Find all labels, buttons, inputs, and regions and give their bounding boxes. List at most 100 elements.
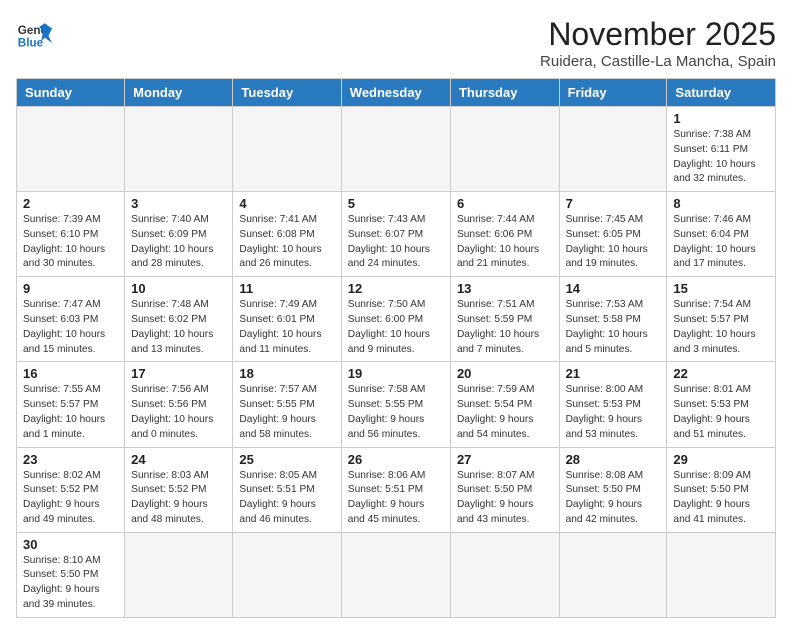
day-number: 1 — [673, 111, 769, 126]
calendar-day-cell — [450, 107, 559, 192]
calendar-day-cell — [17, 107, 125, 192]
calendar-day-cell: 11 Sunrise: 7:49 AM Sunset: 6:01 PM Dayli… — [233, 277, 341, 362]
day-info: Sunrise: 8:08 AM Sunset: 5:50 PM Dayligh… — [566, 469, 661, 528]
day-number: 25 — [239, 452, 334, 467]
weekday-header-tuesday: Tuesday — [233, 79, 341, 107]
day-info: Sunrise: 7:49 AM Sunset: 6:01 PM Dayligh… — [239, 298, 334, 357]
day-number: 27 — [457, 452, 553, 467]
calendar-day-cell: 21Sunrise: 8:00 AM Sunset: 5:53 PM Dayli… — [559, 362, 667, 447]
calendar-day-cell: 3 Sunrise: 7:40 AM Sunset: 6:09 PM Daylig… — [125, 192, 233, 277]
day-info: Sunrise: 8:09 AM Sunset: 5:50 PM Dayligh… — [673, 469, 769, 528]
day-info: Sunrise: 7:39 AM Sunset: 6:10 PM Dayligh… — [23, 213, 118, 272]
day-number: 7 — [566, 196, 661, 211]
calendar-week-row: 2 Sunrise: 7:39 AM Sunset: 6:10 PM Daylig… — [17, 192, 776, 277]
calendar-day-cell: 15 Sunrise: 7:54 AM Sunset: 5:57 PM Dayli… — [667, 277, 776, 362]
calendar-day-cell — [450, 532, 559, 617]
day-number: 29 — [673, 452, 769, 467]
day-info: Sunrise: 8:00 AM Sunset: 5:53 PM Dayligh… — [566, 383, 661, 442]
calendar-day-cell — [341, 532, 450, 617]
day-number: 2 — [23, 196, 118, 211]
calendar-day-cell: 6Sunrise: 7:44 AM Sunset: 6:06 PM Daylig… — [450, 192, 559, 277]
month-title: November 2025 — [540, 16, 776, 53]
day-info: Sunrise: 8:03 AM Sunset: 5:52 PM Dayligh… — [131, 469, 226, 528]
calendar-day-cell — [233, 532, 341, 617]
calendar-table: SundayMondayTuesdayWednesdayThursdayFrid… — [16, 78, 776, 618]
day-number: 8 — [673, 196, 769, 211]
day-info: Sunrise: 7:50 AM Sunset: 6:00 PM Dayligh… — [348, 298, 444, 357]
calendar-day-cell: 13Sunrise: 7:51 AM Sunset: 5:59 PM Dayli… — [450, 277, 559, 362]
day-info: Sunrise: 7:45 AM Sunset: 6:05 PM Dayligh… — [566, 213, 661, 272]
day-info: Sunrise: 8:07 AM Sunset: 5:50 PM Dayligh… — [457, 469, 553, 528]
calendar-day-cell: 14Sunrise: 7:53 AM Sunset: 5:58 PM Dayli… — [559, 277, 667, 362]
calendar-day-cell: 22 Sunrise: 8:01 AM Sunset: 5:53 PM Dayli… — [667, 362, 776, 447]
calendar-week-row: 16 Sunrise: 7:55 AM Sunset: 5:57 PM Dayli… — [17, 362, 776, 447]
calendar-week-row: 9 Sunrise: 7:47 AM Sunset: 6:03 PM Daylig… — [17, 277, 776, 362]
day-info: Sunrise: 7:48 AM Sunset: 6:02 PM Dayligh… — [131, 298, 226, 357]
calendar-day-cell — [559, 107, 667, 192]
calendar-day-cell — [559, 532, 667, 617]
calendar-week-row: 23 Sunrise: 8:02 AM Sunset: 5:52 PM Dayli… — [17, 447, 776, 532]
day-number: 28 — [566, 452, 661, 467]
calendar-week-row: 30 Sunrise: 8:10 AM Sunset: 5:50 PM Dayli… — [17, 532, 776, 617]
day-info: Sunrise: 7:43 AM Sunset: 6:07 PM Dayligh… — [348, 213, 444, 272]
calendar-header-row: SundayMondayTuesdayWednesdayThursdayFrid… — [17, 79, 776, 107]
weekday-header-thursday: Thursday — [450, 79, 559, 107]
day-number: 18 — [239, 366, 334, 381]
day-number: 19 — [348, 366, 444, 381]
weekday-header-saturday: Saturday — [667, 79, 776, 107]
day-number: 13 — [457, 281, 553, 296]
day-number: 3 — [131, 196, 226, 211]
day-info: Sunrise: 7:54 AM Sunset: 5:57 PM Dayligh… — [673, 298, 769, 357]
day-number: 23 — [23, 452, 118, 467]
day-info: Sunrise: 7:58 AM Sunset: 5:55 PM Dayligh… — [348, 383, 444, 442]
day-number: 26 — [348, 452, 444, 467]
day-number: 17 — [131, 366, 226, 381]
day-info: Sunrise: 8:01 AM Sunset: 5:53 PM Dayligh… — [673, 383, 769, 442]
calendar-day-cell: 26 Sunrise: 8:06 AM Sunset: 5:51 PM Dayli… — [341, 447, 450, 532]
calendar-day-cell: 23 Sunrise: 8:02 AM Sunset: 5:52 PM Dayli… — [17, 447, 125, 532]
day-info: Sunrise: 8:02 AM Sunset: 5:52 PM Dayligh… — [23, 469, 118, 528]
calendar-day-cell: 18 Sunrise: 7:57 AM Sunset: 5:55 PM Dayli… — [233, 362, 341, 447]
day-number: 12 — [348, 281, 444, 296]
day-number: 9 — [23, 281, 118, 296]
day-info: Sunrise: 7:38 AM Sunset: 6:11 PM Dayligh… — [673, 128, 769, 187]
day-number: 4 — [239, 196, 334, 211]
day-info: Sunrise: 8:06 AM Sunset: 5:51 PM Dayligh… — [348, 469, 444, 528]
calendar-day-cell: 20Sunrise: 7:59 AM Sunset: 5:54 PM Dayli… — [450, 362, 559, 447]
day-info: Sunrise: 7:47 AM Sunset: 6:03 PM Dayligh… — [23, 298, 118, 357]
day-number: 11 — [239, 281, 334, 296]
day-info: Sunrise: 7:41 AM Sunset: 6:08 PM Dayligh… — [239, 213, 334, 272]
logo: General Blue — [16, 16, 52, 52]
calendar-day-cell — [233, 107, 341, 192]
day-info: Sunrise: 7:46 AM Sunset: 6:04 PM Dayligh… — [673, 213, 769, 272]
calendar-day-cell: 16 Sunrise: 7:55 AM Sunset: 5:57 PM Dayli… — [17, 362, 125, 447]
day-number: 10 — [131, 281, 226, 296]
day-info: Sunrise: 8:05 AM Sunset: 5:51 PM Dayligh… — [239, 469, 334, 528]
calendar-day-cell: 30 Sunrise: 8:10 AM Sunset: 5:50 PM Dayli… — [17, 532, 125, 617]
calendar-day-cell: 17 Sunrise: 7:56 AM Sunset: 5:56 PM Dayli… — [125, 362, 233, 447]
day-info: Sunrise: 8:10 AM Sunset: 5:50 PM Dayligh… — [23, 554, 118, 613]
day-info: Sunrise: 7:57 AM Sunset: 5:55 PM Dayligh… — [239, 383, 334, 442]
day-info: Sunrise: 7:55 AM Sunset: 5:57 PM Dayligh… — [23, 383, 118, 442]
day-info: Sunrise: 7:56 AM Sunset: 5:56 PM Dayligh… — [131, 383, 226, 442]
location-title: Ruidera, Castille-La Mancha, Spain — [540, 53, 776, 70]
day-number: 5 — [348, 196, 444, 211]
day-number: 16 — [23, 366, 118, 381]
calendar-day-cell: 19 Sunrise: 7:58 AM Sunset: 5:55 PM Dayli… — [341, 362, 450, 447]
generalblue-logo-icon: General Blue — [16, 16, 52, 52]
day-number: 6 — [457, 196, 553, 211]
day-number: 30 — [23, 537, 118, 552]
calendar-day-cell: 9 Sunrise: 7:47 AM Sunset: 6:03 PM Daylig… — [17, 277, 125, 362]
title-area: November 2025 Ruidera, Castille-La Manch… — [540, 16, 776, 70]
calendar-day-cell — [341, 107, 450, 192]
day-info: Sunrise: 7:40 AM Sunset: 6:09 PM Dayligh… — [131, 213, 226, 272]
day-info: Sunrise: 7:53 AM Sunset: 5:58 PM Dayligh… — [566, 298, 661, 357]
day-number: 15 — [673, 281, 769, 296]
day-number: 22 — [673, 366, 769, 381]
calendar-day-cell: 28 Sunrise: 8:08 AM Sunset: 5:50 PM Dayli… — [559, 447, 667, 532]
weekday-header-sunday: Sunday — [17, 79, 125, 107]
calendar-day-cell: 1 Sunrise: 7:38 AM Sunset: 6:11 PM Daylig… — [667, 107, 776, 192]
calendar-day-cell: 27 Sunrise: 8:07 AM Sunset: 5:50 PM Dayli… — [450, 447, 559, 532]
calendar-day-cell — [125, 107, 233, 192]
calendar-day-cell: 2 Sunrise: 7:39 AM Sunset: 6:10 PM Daylig… — [17, 192, 125, 277]
